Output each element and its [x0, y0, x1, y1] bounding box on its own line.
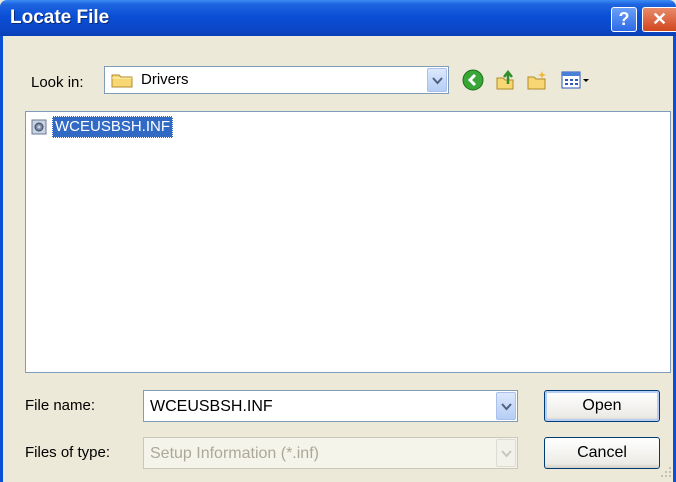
locate-file-dialog: Locate File ? ✕ Look in: Drivers WCEUSBS…	[0, 0, 676, 482]
up-folder-icon[interactable]	[494, 69, 516, 91]
file-name-label: WCEUSBSH.INF	[52, 116, 174, 138]
look-in-value: Drivers	[141, 71, 189, 88]
dialog-title: Locate File	[10, 7, 110, 28]
back-icon[interactable]	[462, 69, 484, 91]
help-button[interactable]: ?	[611, 7, 637, 32]
files-of-type-value: Setup Information (*.inf)	[150, 445, 319, 462]
cancel-button[interactable]: Cancel	[544, 437, 660, 469]
chevron-down-icon	[501, 403, 512, 411]
file-name-input[interactable]: WCEUSBSH.INF	[150, 398, 273, 416]
open-button[interactable]: Open	[544, 390, 660, 422]
file-name-label: File name:	[25, 397, 96, 414]
look-in-label: Look in:	[31, 74, 84, 91]
look-in-dropdown-button[interactable]	[427, 68, 447, 92]
folder-icon	[111, 74, 133, 88]
views-menu-icon[interactable]	[560, 69, 592, 91]
file-list[interactable]: WCEUSBSH.INF	[25, 111, 671, 373]
file-name-combo[interactable]: WCEUSBSH.INF	[143, 390, 518, 422]
files-of-type-combo: Setup Information (*.inf)	[143, 437, 518, 469]
chevron-down-icon	[432, 77, 443, 85]
files-of-type-dropdown-button	[496, 439, 516, 467]
title-bar[interactable]: Locate File ? ✕	[0, 0, 676, 36]
chevron-down-icon	[501, 450, 512, 458]
look-in-combo[interactable]: Drivers	[104, 66, 449, 94]
setup-info-file-icon	[31, 119, 47, 135]
file-name-dropdown-button[interactable]	[496, 392, 516, 420]
window-frame-left	[0, 36, 3, 482]
resize-grip-icon[interactable]	[660, 466, 672, 478]
new-folder-icon[interactable]	[526, 69, 548, 91]
files-of-type-label: Files of type:	[25, 444, 111, 461]
close-button[interactable]: ✕	[642, 7, 676, 32]
